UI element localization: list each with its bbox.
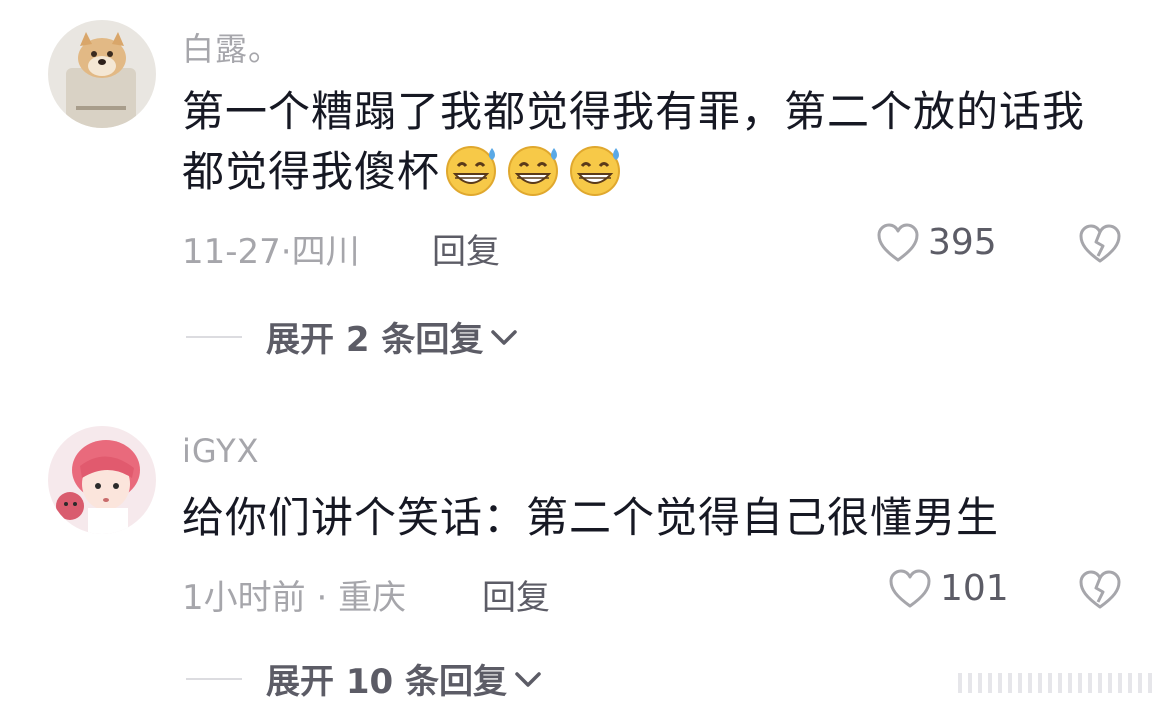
meta-separator: · <box>280 232 292 272</box>
comment-date: 1小时前 <box>182 578 306 618</box>
like-button[interactable]: 395 <box>876 222 997 263</box>
expand-replies-button[interactable]: 展开 2 条回复 <box>186 312 519 361</box>
divider-line <box>186 335 242 338</box>
comment-text: 给你们讲个笑话：第二个觉得自己很懂男生 <box>182 488 1112 548</box>
comment-text: 第一个糟蹋了我都觉得我有罪，第二个放的话我都觉得我傻杯 <box>182 82 1112 212</box>
comment-meta: 1小时前 · 重庆 <box>182 570 406 619</box>
grinning-sweat-emoji <box>444 144 502 212</box>
broken-heart-icon <box>1079 570 1121 609</box>
expand-replies-label: 展开 2 条回复 <box>266 320 484 360</box>
heart-outline-icon <box>889 569 931 607</box>
divider-line <box>186 677 242 680</box>
grinning-sweat-emoji <box>506 144 564 212</box>
reply-button[interactable]: 回复 <box>482 570 550 619</box>
avatar[interactable] <box>48 426 156 534</box>
reply-button[interactable]: 回复 <box>432 224 500 273</box>
anime-avatar-image <box>48 426 156 534</box>
comment-location: 四川 <box>291 232 360 272</box>
comment-username[interactable]: iGYX <box>182 432 260 470</box>
expand-replies-button[interactable]: 展开 10 条回复 <box>186 654 543 703</box>
broken-heart-icon <box>1079 224 1121 263</box>
dislike-button[interactable] <box>1078 568 1122 612</box>
expand-replies-label: 展开 10 条回复 <box>266 662 507 702</box>
comment-item: iGYX 给你们讲个笑话：第二个觉得自己很懂男生 1小时前 · 重庆 回复 10… <box>0 380 1170 702</box>
chevron-down-icon <box>515 671 541 687</box>
dog-avatar-image <box>48 20 156 128</box>
grinning-sweat-emoji <box>568 144 626 212</box>
comment-item: 白露。 第一个糟蹋了我都觉得我有罪，第二个放的话我都觉得我傻杯 11-27·四川… <box>0 0 1170 380</box>
comment-username[interactable]: 白露。 <box>182 24 281 70</box>
watermark-mark <box>958 673 1152 693</box>
avatar[interactable] <box>48 20 156 128</box>
comment-text-content: 给你们讲个笑话：第二个觉得自己很懂男生 <box>182 493 1000 542</box>
comment-text-content: 第一个糟蹋了我都觉得我有罪，第二个放的话我都觉得我傻杯 <box>182 87 1086 196</box>
like-button[interactable]: 101 <box>888 568 1009 609</box>
comment-date: 11-27 <box>182 232 281 272</box>
meta-separator: · <box>305 578 339 618</box>
like-count: 395 <box>928 222 997 263</box>
comment-meta: 11-27·四川 <box>182 224 360 273</box>
heart-outline-icon <box>877 223 919 261</box>
chevron-down-icon <box>491 329 518 345</box>
like-count: 101 <box>940 568 1009 609</box>
comment-location: 重庆 <box>338 578 407 618</box>
dislike-button[interactable] <box>1078 222 1122 266</box>
